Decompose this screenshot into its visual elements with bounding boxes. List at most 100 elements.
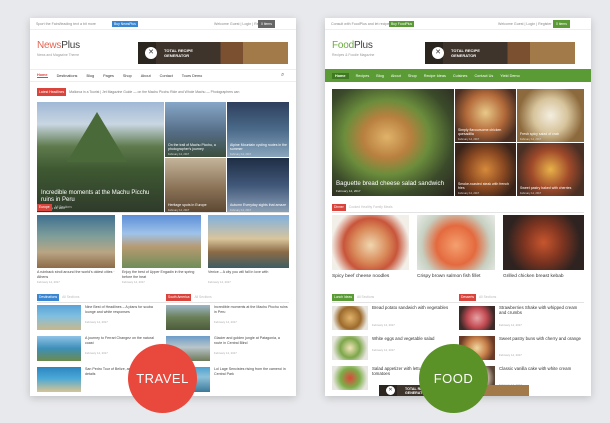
recipe-title[interactable]: Crispy brown salmon fish fillet (417, 274, 497, 280)
feature-tile[interactable]: Fresh spicy salad of crab February 14, 20… (517, 89, 584, 142)
list-thumb[interactable] (332, 306, 368, 330)
nav-demo[interactable]: Yield Demo (500, 74, 520, 78)
feature-tile[interactable]: On the trail of Machu Picchu, a photogra… (165, 102, 226, 157)
top-bar-text: Sport the Faint/leading text a bit more (36, 22, 96, 26)
nav-shop[interactable]: Shop (408, 74, 417, 78)
divider (332, 212, 584, 213)
list-thumb[interactable] (332, 336, 368, 360)
ad-banner[interactable]: ✕ TOTAL RECIPE GENERATOR (138, 42, 288, 64)
list-item[interactable]: Strawberries Shake with whipped cream an… (499, 305, 584, 315)
list-item[interactable]: Nine Best of Headlines – A plans for scu… (85, 305, 158, 314)
story-image[interactable] (37, 215, 115, 268)
site-tagline: News and Magazine Theme (37, 53, 80, 57)
feature-tile[interactable]: Smoke-roasted steak with french fries Feb… (455, 143, 516, 196)
divider (37, 212, 289, 213)
list-meta: February 14, 2017 (214, 320, 237, 324)
foodplus-preview-card: Consult with FoodPlus and let recipes Bu… (325, 18, 591, 396)
list-item[interactable]: Lol Lage Sencistes rising from the camer… (214, 367, 289, 376)
hero-story[interactable]: Baguette bread cheese salad sandwich Feb… (332, 89, 454, 196)
list-thumb[interactable] (37, 367, 81, 392)
feature-tile[interactable]: Sweet pastry baked with cherries February… (517, 143, 584, 196)
list-item[interactable]: Bread potato sandwich with vegetables (372, 305, 452, 310)
list-thumb[interactable] (37, 305, 81, 330)
list-item[interactable]: Sweet pastry buns with cherry and orange (499, 336, 584, 341)
close-icon: ✕ (145, 47, 157, 59)
close-icon: ✕ (432, 47, 444, 59)
feature-tile[interactable]: Simply flavoursome chicken quesadilla Feb… (455, 89, 516, 142)
nav-contact[interactable]: Contact (160, 74, 173, 78)
story-image[interactable] (208, 215, 289, 268)
list-thumb[interactable] (166, 305, 210, 330)
nav-blog[interactable]: Blog (376, 74, 384, 78)
nav-contact[interactable]: Contact Us (474, 74, 493, 78)
story-meta: February 14, 2017 (37, 280, 60, 284)
story-image[interactable] (122, 215, 201, 268)
banner-text: TOTAL RECIPE GENERATOR (164, 48, 193, 58)
recipe-title[interactable]: Spicy beef cheese noodles (332, 274, 410, 280)
nav-home[interactable]: Home (37, 73, 48, 78)
section-europe: Europe All Sections (37, 204, 72, 211)
list-meta: February 14, 2017 (85, 351, 108, 355)
top-bar-text: Consult with FoodPlus and let recipes (331, 22, 392, 26)
buy-badge[interactable]: Buy FoodPlus (389, 21, 415, 27)
feature-tile[interactable]: Heritage spots in Europe February 14, 201… (165, 158, 226, 213)
recipe-title[interactable]: Grilled chicken breast kebab (503, 274, 584, 280)
hero-title[interactable]: Incredible moments at the Machu Picchu r… (41, 190, 160, 204)
nav-recipes[interactable]: Recipes (356, 74, 370, 78)
story-text[interactable]: Enjoy the best of Upper Engadin in the s… (122, 270, 201, 279)
nav-about[interactable]: About (391, 74, 401, 78)
nav-home[interactable]: Home (332, 72, 349, 79)
section-destinations: Destinations All Sections (37, 294, 80, 301)
list-meta: February 14, 2017 (499, 353, 522, 357)
list-item[interactable]: Incredible moments at the Machu Picchu r… (214, 305, 289, 314)
login-links[interactable]: Welcome Guest | Login | Register (498, 22, 552, 26)
list-meta: February 14, 2017 (214, 351, 237, 355)
nav-destinations[interactable]: Destinations (57, 74, 78, 78)
cart-button[interactable]: 0 items (553, 20, 570, 28)
site-tagline: Recipes & Foodie Magazine (332, 53, 375, 57)
recipe-image[interactable] (417, 215, 495, 270)
search-icon[interactable]: ⌕ (281, 72, 284, 79)
list-item[interactable]: White eggs and vegetable salad (372, 336, 452, 341)
nav-about[interactable]: About (141, 74, 151, 78)
list-meta: February 14, 2017 (499, 323, 522, 327)
feature-tile[interactable]: Autumn Everyday sights that amaze Februar… (227, 158, 289, 213)
nav-cuisines[interactable]: Cuisines (453, 74, 468, 78)
top-bar: Consult with FoodPlus and let recipes Bu… (325, 18, 591, 30)
nav-recipe-ideas[interactable]: Recipe Ideas (424, 74, 446, 78)
list-item[interactable]: Classic vanilla cake with white cream (499, 366, 584, 371)
list-thumb[interactable] (332, 366, 368, 390)
buy-badge[interactable]: Buy NewsPlus (112, 21, 138, 27)
banner-text: TOTAL RECIPE GENERATOR (451, 48, 480, 58)
hero-meta: February 14, 2017 (336, 189, 361, 193)
list-meta: February 14, 2017 (372, 323, 395, 327)
list-thumb[interactable] (37, 336, 81, 361)
nav-demo[interactable]: Tours Demo (182, 74, 202, 78)
section-south-america: South America All Sections (166, 294, 212, 301)
hero-title[interactable]: Baguette bread cheese salad sandwich (336, 180, 450, 187)
list-meta: February 14, 2017 (85, 320, 108, 324)
nav-pages[interactable]: Pages (103, 74, 114, 78)
divider (37, 302, 289, 303)
hero-story[interactable]: Incredible moments at the Machu Picchu r… (37, 102, 164, 213)
site-logo[interactable]: FoodPlus (332, 40, 373, 51)
news-ticker: Latest Headlines Mallorca in a Tourist | … (37, 88, 240, 96)
list-thumb[interactable] (459, 306, 495, 330)
nav-blog[interactable]: Blog (86, 74, 94, 78)
newsplus-preview-card: Sport the Faint/leading text a bit more … (30, 18, 296, 396)
site-logo[interactable]: NewsPlus (37, 40, 80, 51)
close-icon: ✕ (386, 386, 395, 395)
story-text[interactable]: A ruinback stroll around the world's old… (37, 270, 115, 279)
main-nav: Home Destinations Blog Pages Shop About … (30, 69, 296, 82)
recipe-image[interactable] (503, 215, 584, 270)
feature-tile[interactable]: Alpine Mountain cycling routes in the su… (227, 102, 289, 157)
list-item[interactable]: Glacier and golden jungle at Patagonia, … (214, 336, 289, 345)
travel-badge: TRAVEL (128, 344, 197, 413)
list-item[interactable]: A journey to Ferrari Changez on the natu… (85, 336, 158, 345)
story-text[interactable]: Venice – A city you will fall in love wi… (208, 270, 289, 275)
recipe-image[interactable] (332, 215, 409, 270)
nav-shop[interactable]: Shop (123, 74, 132, 78)
ad-banner[interactable]: ✕ TOTAL RECIPE GENERATOR (425, 42, 575, 64)
top-bar: Sport the Faint/leading text a bit more … (30, 18, 296, 30)
cart-button[interactable]: 0 items (258, 20, 275, 28)
